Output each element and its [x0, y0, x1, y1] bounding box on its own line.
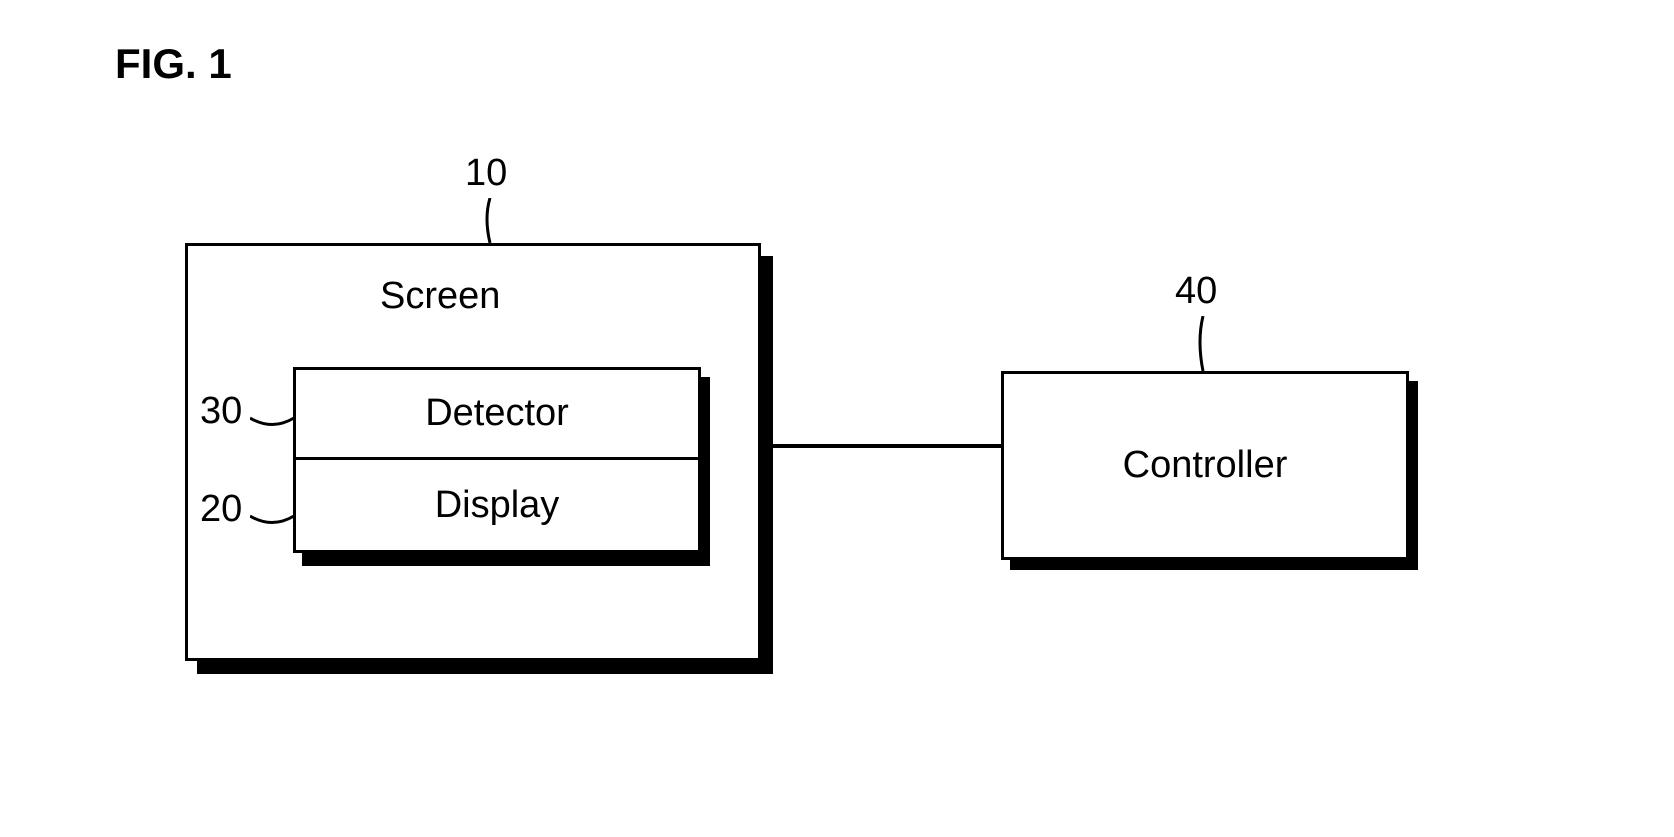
connector-line	[773, 444, 1001, 448]
screen-label: Screen	[380, 275, 500, 318]
display-box: Display	[293, 460, 701, 553]
detector-box: Detector	[293, 367, 701, 460]
reference-number-40: 40	[1175, 270, 1217, 313]
display-label: Display	[435, 484, 560, 527]
controller-label: Controller	[1123, 444, 1288, 487]
reference-number-10: 10	[465, 152, 507, 195]
detector-label: Detector	[425, 392, 569, 435]
reference-number-20: 20	[200, 488, 242, 531]
leader-line-30	[250, 413, 295, 433]
figure-title: FIG. 1	[115, 40, 232, 88]
leader-line-20	[250, 511, 295, 531]
leader-line-40	[1195, 316, 1215, 374]
controller-box: Controller	[1001, 371, 1409, 560]
reference-number-30: 30	[200, 390, 242, 433]
leader-line-10	[482, 198, 502, 246]
